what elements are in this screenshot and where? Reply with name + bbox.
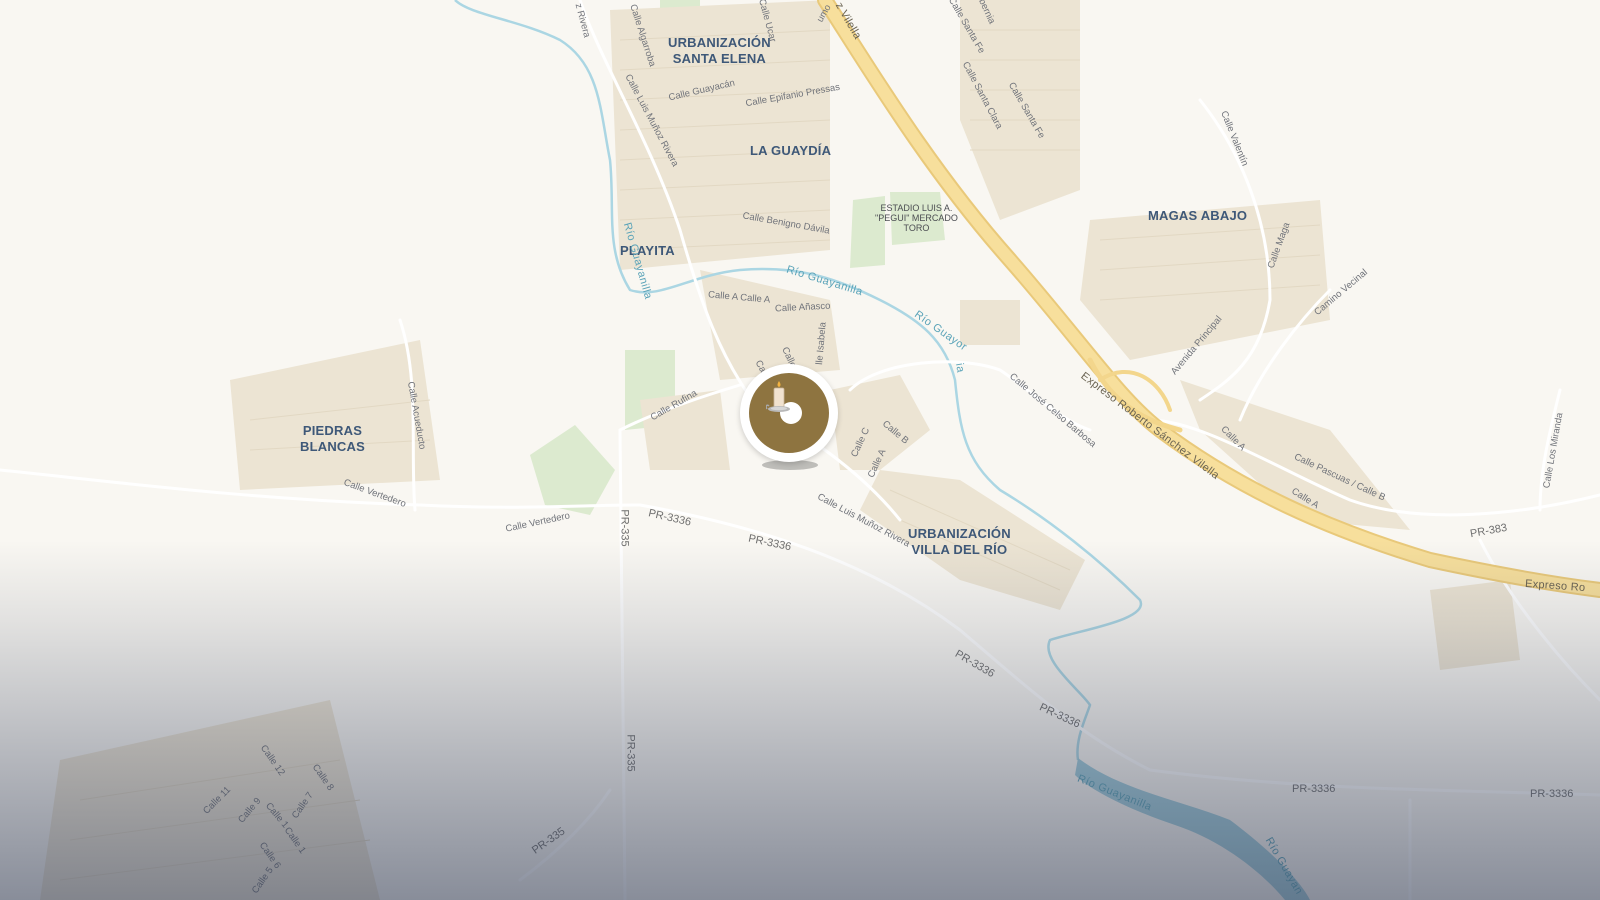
river-label: ia (953, 362, 967, 374)
river-estuary (1075, 758, 1310, 900)
map-canvas[interactable]: URBANIZACIÓN SANTA ELENA LA GUAYDÍA PLAY… (0, 0, 1600, 900)
route-label: PR-335 (624, 734, 637, 772)
place-villa-del-rio: URBANIZACIÓN VILLA DEL RÍO (908, 526, 1011, 557)
place-piedras-blancas: PIEDRAS BLANCAS (300, 423, 365, 454)
place-la-guaydia: LA GUAYDÍA (750, 143, 832, 158)
route-label: PR-335 (618, 509, 631, 547)
place-magas-abajo: MAGAS ABAJO (1148, 208, 1248, 223)
poi-estadio[interactable]: ESTADIO LUIS A. "PEGUI" MERCADO TORO (875, 203, 958, 233)
location-marker[interactable] (740, 364, 838, 474)
candle-icon (766, 381, 790, 412)
route-label: PR-3336 (1292, 783, 1336, 795)
route-label: PR-3336 (1530, 788, 1574, 800)
place-santa-elena: URBANIZACIÓN SANTA ELENA (668, 35, 771, 66)
